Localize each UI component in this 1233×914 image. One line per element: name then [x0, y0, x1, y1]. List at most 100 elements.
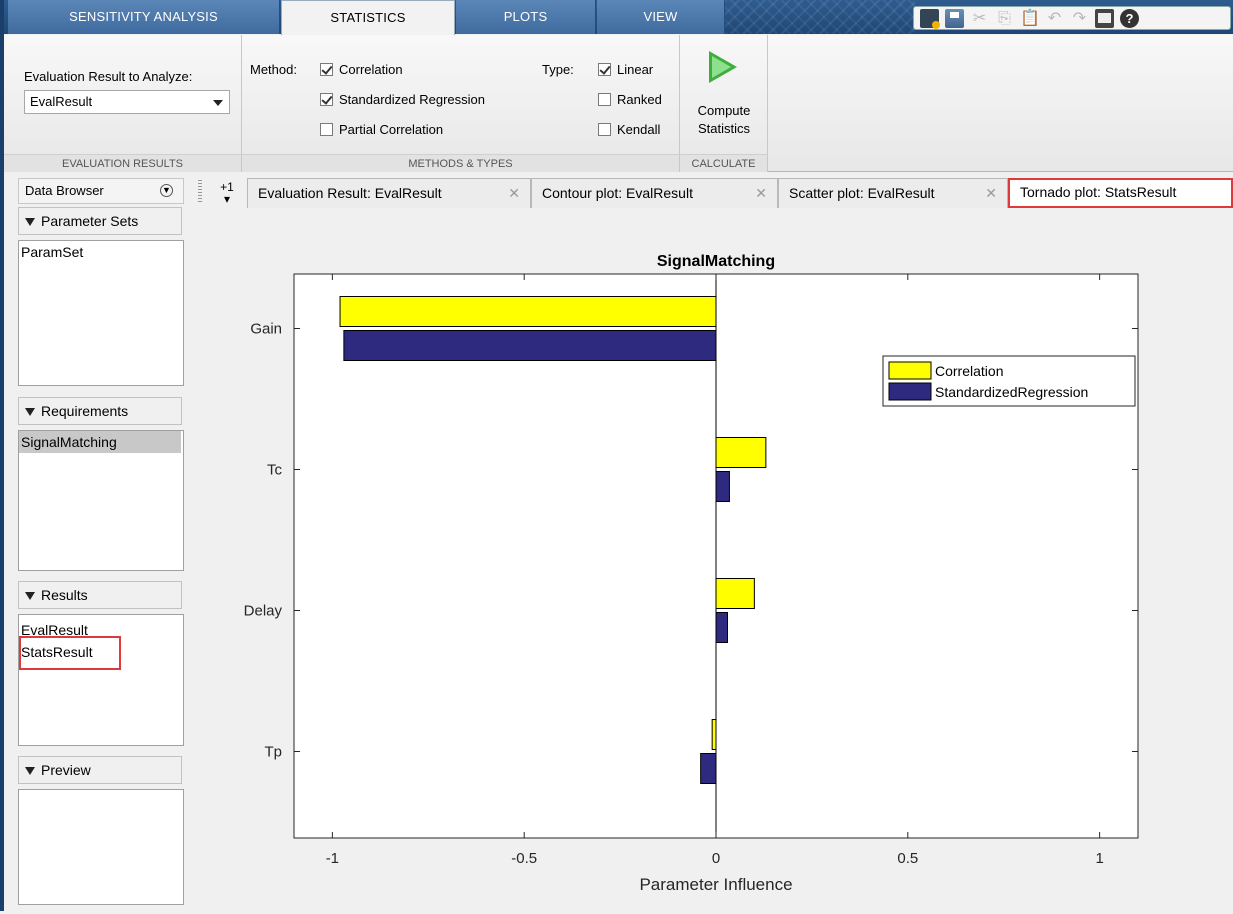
collapse-triangle-icon[interactable] — [25, 767, 35, 776]
checkbox-box[interactable] — [598, 123, 611, 136]
y-tick-label: Tp — [264, 744, 282, 761]
parameter-sets-header[interactable]: Parameter Sets — [18, 207, 182, 235]
chart-title: SignalMatching — [657, 253, 775, 270]
bar-correlation — [715, 578, 755, 609]
section-label-calculate: CALCULATE — [680, 154, 767, 172]
standardized-regression-checkbox[interactable]: Standardized Regression — [320, 92, 485, 107]
copy-icon[interactable]: ⎘ — [995, 9, 1014, 28]
x-tick-label: 0.5 — [897, 850, 918, 867]
save-icon[interactable] — [945, 8, 964, 28]
tornado-chart: Gain Tc Delay Tp -1 -0.5 0 0.5 1 SignalMatching Pa… — [244, 253, 1139, 894]
results-title: Results — [41, 587, 88, 603]
requirements-list: SignalMatching — [18, 430, 184, 571]
dropdown-circle-icon[interactable]: ▼ — [160, 184, 173, 197]
doc-tab-contour-plot[interactable]: Contour plot: EvalResult ✕ — [531, 178, 778, 208]
preview-header[interactable]: Preview — [18, 756, 182, 784]
list-item[interactable]: ParamSet — [19, 241, 183, 263]
checkbox-box[interactable] — [320, 93, 333, 106]
doc-tab-label: Evaluation Result: EvalResult — [258, 185, 442, 201]
highlight-annotation — [19, 636, 121, 670]
ranked-checkbox[interactable]: Ranked — [598, 92, 662, 107]
list-item[interactable]: SignalMatching — [19, 431, 181, 453]
bar-standardizedregression — [700, 753, 717, 784]
collapse-triangle-icon[interactable] — [25, 218, 35, 227]
close-icon[interactable]: ✕ — [508, 179, 520, 207]
ribbon-tab-strip: SENSITIVITY ANALYSIS STATISTICS PLOTS VI… — [0, 0, 1233, 36]
data-browser-title: Data Browser — [25, 183, 104, 198]
compute-statistics-label: Compute Statistics — [684, 102, 764, 138]
tab-sensitivity-analysis[interactable]: SENSITIVITY ANALYSIS — [8, 0, 280, 34]
checkbox-box[interactable] — [320, 123, 333, 136]
eval-result-dropdown[interactable]: EvalResult — [24, 90, 230, 114]
doc-tab-tornado-plot[interactable]: Tornado plot: StatsResult — [1008, 178, 1233, 208]
requirements-title: Requirements — [41, 403, 129, 419]
bar-correlation — [711, 719, 717, 750]
tab-statistics[interactable]: STATISTICS — [281, 0, 455, 36]
tab-plots[interactable]: PLOTS — [456, 0, 596, 34]
checkbox-box[interactable] — [320, 63, 333, 76]
undo-icon[interactable]: ↶ — [1045, 9, 1064, 28]
redo-icon[interactable]: ↷ — [1070, 9, 1089, 28]
quick-access-toolbar: ✂ ⎘ 📋 ↶ ↷ ? — [913, 6, 1231, 30]
checkbox-label: Ranked — [617, 92, 662, 107]
method-label: Method: — [250, 62, 297, 77]
type-label: Type: — [542, 62, 574, 77]
x-tick-label: -1 — [326, 850, 339, 867]
checkbox-label: Partial Correlation — [339, 122, 444, 137]
x-tick-label: -0.5 — [511, 850, 537, 867]
x-tick-label: 0 — [712, 850, 720, 867]
y-tick-label: Delay — [244, 603, 283, 620]
parameter-sets-list: ParamSet — [18, 240, 184, 386]
evaluation-results-section: Evaluation Result to Analyze: EvalResult… — [4, 35, 242, 172]
methods-types-section: Method: Correlation Standardized Regress… — [242, 35, 680, 172]
close-icon[interactable]: ✕ — [755, 179, 767, 207]
section-label-evaluation-results: EVALUATION RESULTS — [4, 154, 241, 172]
partial-correlation-checkbox[interactable]: Partial Correlation — [320, 122, 443, 137]
run-icon-highlight — [712, 56, 731, 78]
collapse-triangle-icon[interactable] — [25, 408, 35, 417]
x-tick-label: 1 — [1095, 850, 1103, 867]
correlation-checkbox[interactable]: Correlation — [320, 62, 403, 77]
plot-area: Gain Tc Delay Tp -1 -0.5 0 0.5 1 SignalMatching Pa… — [186, 208, 1233, 911]
x-axis-label: Parameter Influence — [639, 875, 792, 894]
chevron-down-icon: ▾ — [223, 192, 231, 206]
doc-tab-label: Contour plot: EvalResult — [542, 185, 693, 201]
doc-tab-label: Tornado plot: StatsResult — [1020, 184, 1177, 200]
collapse-triangle-icon[interactable] — [25, 592, 35, 601]
compute-label-line1: Compute — [697, 103, 751, 118]
section-label-methods-types: METHODS & TYPES — [242, 154, 679, 172]
doc-tab-scatter-plot[interactable]: Scatter plot: EvalResult ✕ — [778, 178, 1008, 208]
paste-icon[interactable]: 📋 — [1020, 9, 1040, 28]
data-browser-header[interactable]: Data Browser ▼ — [18, 178, 184, 204]
linear-checkbox[interactable]: Linear — [598, 62, 653, 77]
kendall-checkbox[interactable]: Kendall — [598, 122, 660, 137]
doc-tab-label: Scatter plot: EvalResult — [789, 185, 935, 201]
eval-result-label: Evaluation Result to Analyze: — [24, 69, 193, 84]
preview-pane — [18, 789, 184, 905]
checkbox-box[interactable] — [598, 63, 611, 76]
results-header[interactable]: Results — [18, 581, 182, 609]
checkbox-label: Kendall — [617, 122, 661, 137]
switch-windows-icon[interactable] — [1095, 8, 1114, 28]
parameter-sets-title: Parameter Sets — [41, 213, 139, 229]
close-icon[interactable]: ✕ — [985, 179, 997, 207]
tab-overflow-button[interactable]: +1 ▾ — [216, 178, 238, 206]
checkbox-label: Standardized Regression — [339, 92, 485, 107]
help-icon[interactable]: ? — [1120, 8, 1139, 28]
legend-swatch — [888, 361, 932, 380]
panel-splitter-handle[interactable] — [198, 180, 202, 204]
cut-icon[interactable]: ✂ — [970, 9, 989, 28]
requirements-header[interactable]: Requirements — [18, 397, 182, 425]
eval-result-value: EvalResult — [30, 94, 93, 109]
results-list: EvalResult StatsResult — [18, 614, 184, 746]
new-figure-icon[interactable] — [920, 8, 940, 29]
bar-correlation — [715, 437, 767, 468]
checkbox-box[interactable] — [598, 93, 611, 106]
bar-standardizedregression — [715, 471, 730, 502]
checkbox-label: Correlation — [339, 62, 403, 77]
doc-tab-evaluation-result[interactable]: Evaluation Result: EvalResult ✕ — [247, 178, 531, 208]
legend-label: Correlation — [935, 363, 1003, 379]
window-edge — [0, 0, 4, 911]
ribbon-toolstrip: Evaluation Result to Analyze: EvalResult… — [4, 35, 1233, 172]
tab-view[interactable]: VIEW — [597, 0, 725, 34]
